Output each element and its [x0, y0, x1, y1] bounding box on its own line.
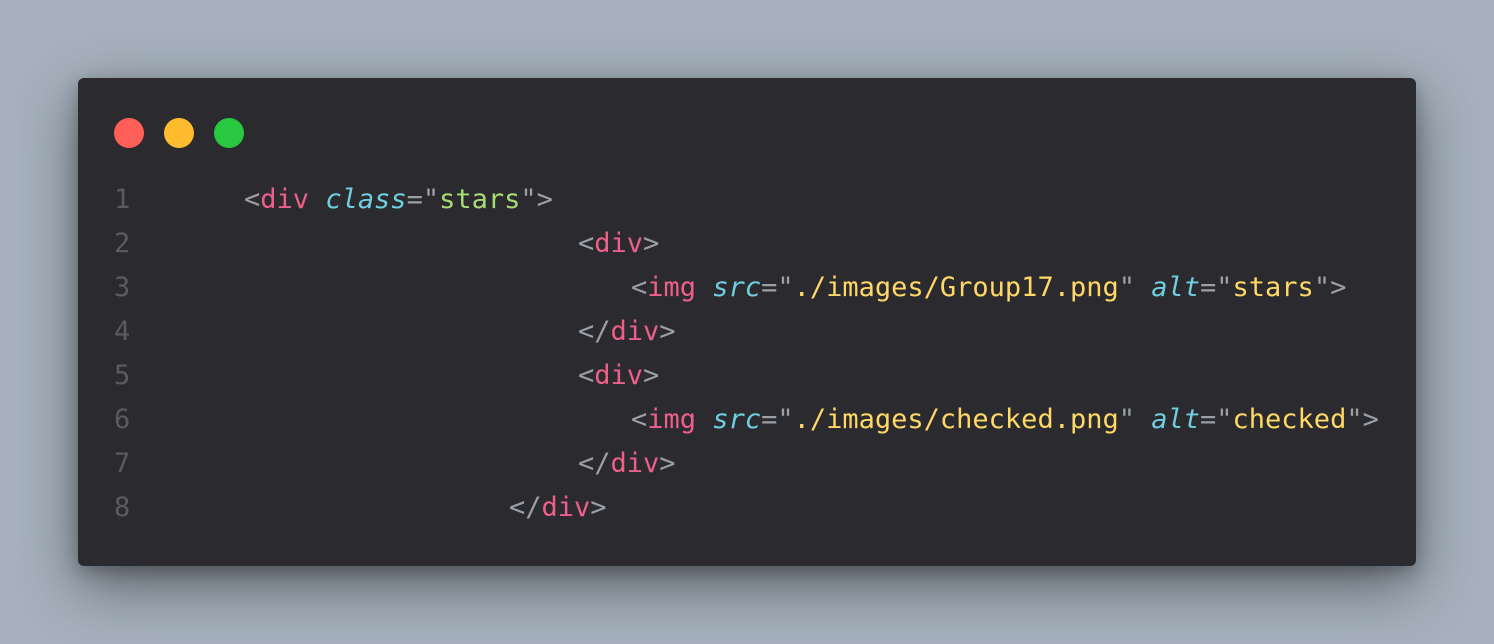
line-number: 3	[114, 272, 131, 303]
minimize-button-icon[interactable]	[164, 118, 194, 148]
code-token-punc	[696, 272, 712, 303]
code-token-tag: img	[647, 404, 697, 435]
code-token-tag: img	[647, 272, 697, 303]
code-token-tag: div	[260, 184, 310, 215]
maximize-button-icon[interactable]	[214, 118, 244, 148]
code-text: </div>	[578, 442, 676, 486]
code-token-punc	[696, 404, 712, 435]
code-token-punc: ">	[1313, 272, 1347, 303]
code-token-punc: >	[643, 360, 660, 391]
code-token-attr: alt	[1151, 404, 1201, 435]
code-window: 1 <div class="stars"> 2 <div> 3 <img src="./i…	[78, 78, 1416, 566]
code-token-str: ./images/checked.png	[793, 404, 1119, 435]
line-number: 1	[114, 184, 131, 215]
code-token-punc: <	[578, 228, 595, 259]
code-token-str-green: stars	[439, 184, 521, 215]
code-token-punc: <	[578, 360, 595, 391]
line-number: 6	[114, 404, 131, 435]
code-text: </div>	[578, 310, 676, 354]
code-token-punc: ">	[1346, 404, 1379, 435]
code-token-punc: <	[631, 272, 648, 303]
code-token-punc: </	[578, 316, 611, 347]
code-token-tag: div	[541, 492, 591, 523]
code-token-str: ./images/Group17.png	[793, 272, 1119, 303]
code-token-punc: >	[590, 492, 607, 523]
code-token-punc: ="	[761, 272, 794, 303]
code-text: </div>	[509, 486, 607, 530]
code-token-punc: ">	[520, 184, 553, 215]
code-token-tag: div	[610, 316, 660, 347]
code-token-str: checked	[1232, 404, 1347, 435]
code-token-punc: ="	[1200, 272, 1233, 303]
code-token-tag: div	[594, 360, 644, 391]
code-token-tag: div	[610, 448, 660, 479]
code-token-attr: src	[712, 404, 762, 435]
code-token-punc: >	[659, 448, 676, 479]
code-token-punc: <	[244, 184, 261, 215]
code-token-punc: >	[643, 228, 660, 259]
code-token-punc: ="	[761, 404, 794, 435]
code-token-attr: class	[325, 184, 407, 215]
line-number: 5	[114, 360, 131, 391]
code-token-punc: </	[509, 492, 542, 523]
code-text: <div>	[578, 354, 659, 398]
code-token-punc: ="	[406, 184, 440, 215]
code-token-punc: ="	[1200, 404, 1233, 435]
page-background: 1 <div class="stars"> 2 <div> 3 <img src="./i…	[0, 0, 1494, 644]
code-token-punc: </	[578, 448, 611, 479]
code-token-attr: alt	[1151, 272, 1201, 303]
code-text: <img src="./images/checked.png" alt="che…	[631, 398, 1379, 442]
code-token-punc: "	[1118, 272, 1152, 303]
line-number: 8	[114, 492, 131, 523]
code-text: <img src="./images/Group17.png" alt="sta…	[631, 266, 1346, 310]
code-token-punc	[309, 184, 325, 215]
code-token-punc: <	[631, 404, 648, 435]
code-text: <div>	[578, 222, 659, 266]
code-token-punc: "	[1118, 404, 1152, 435]
code-token-punc: >	[659, 316, 676, 347]
code-token-tag: div	[594, 228, 644, 259]
code-text: <div class="stars">	[244, 178, 553, 222]
line-number: 2	[114, 228, 131, 259]
line-number: 7	[114, 448, 131, 479]
line-number: 4	[114, 316, 131, 347]
code-token-str: stars	[1232, 272, 1314, 303]
code-token-attr: src	[712, 272, 762, 303]
close-button-icon[interactable]	[114, 118, 144, 148]
